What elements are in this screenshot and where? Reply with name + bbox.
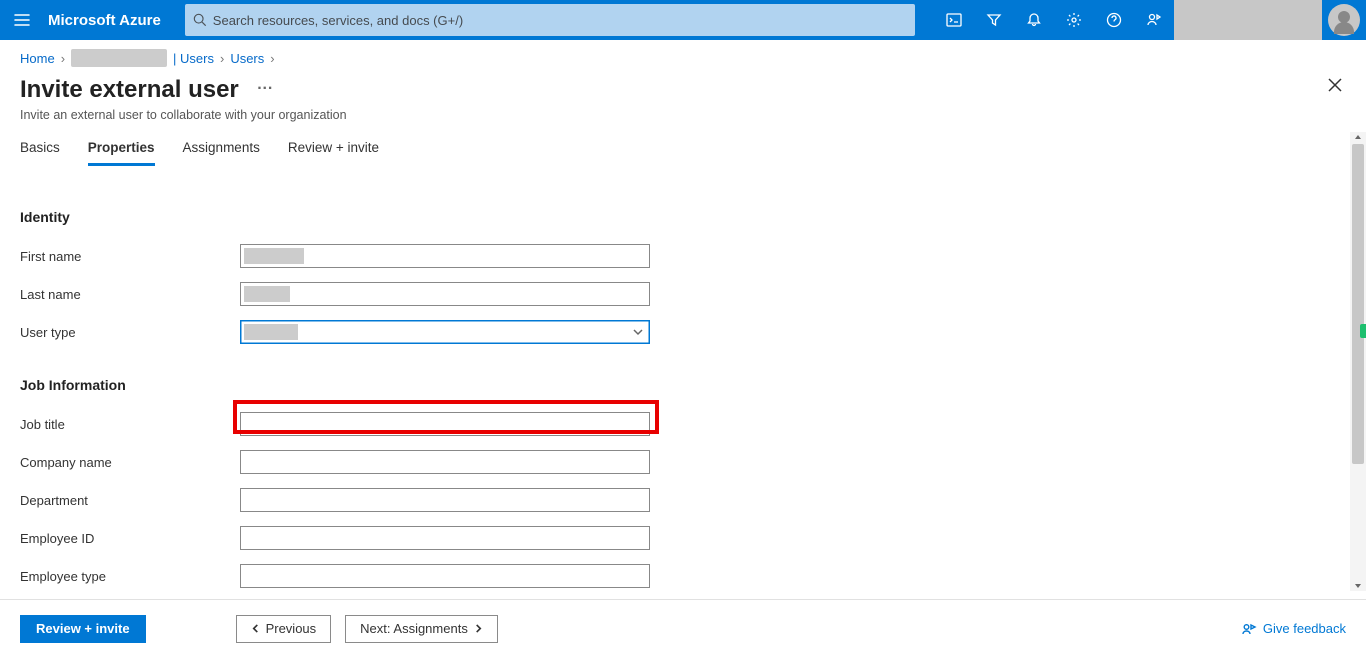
chevron-right-icon: › [270, 51, 274, 66]
next-button[interactable]: Next: Assignments [345, 615, 498, 643]
crumb-users[interactable]: Users [230, 51, 264, 66]
gear-icon[interactable] [1054, 0, 1094, 40]
previous-button[interactable]: Previous [236, 615, 332, 643]
masked-value [244, 324, 298, 340]
give-feedback-link[interactable]: Give feedback [1241, 621, 1346, 637]
masked-value [244, 286, 290, 302]
feedback-person-icon[interactable] [1134, 0, 1174, 40]
bell-icon[interactable] [1014, 0, 1054, 40]
scroll-thumb[interactable] [1352, 144, 1364, 464]
label-job-title: Job title [20, 417, 240, 432]
job-title-field[interactable] [240, 412, 650, 436]
avatar[interactable] [1328, 4, 1360, 36]
employee-id-field[interactable] [240, 526, 650, 550]
page-title: Invite external user [20, 76, 239, 104]
label-company-name: Company name [20, 455, 240, 470]
chevron-right-icon: › [220, 51, 224, 66]
chevron-left-icon [251, 624, 260, 633]
tab-properties[interactable]: Properties [88, 140, 155, 166]
breadcrumb: Home › | Users › Users › [0, 40, 1366, 76]
side-indicator [1360, 324, 1366, 338]
help-icon[interactable] [1094, 0, 1134, 40]
scroll-up-icon[interactable] [1350, 132, 1366, 144]
label-user-type: User type [20, 325, 240, 340]
masked-value [244, 248, 304, 264]
more-menu-icon[interactable]: ··· [257, 80, 273, 97]
label-employee-id: Employee ID [20, 531, 240, 546]
menu-toggle-icon[interactable] [0, 12, 44, 28]
crumb-home[interactable]: Home [20, 51, 55, 66]
label-department: Department [20, 493, 240, 508]
last-name-field[interactable] [240, 282, 650, 306]
label-last-name: Last name [20, 287, 240, 302]
department-field[interactable] [240, 488, 650, 512]
cloud-shell-icon[interactable] [934, 0, 974, 40]
crumb-tenant-masked [71, 49, 167, 67]
company-name-field[interactable] [240, 450, 650, 474]
filter-icon[interactable] [974, 0, 1014, 40]
next-label: Next: Assignments [360, 621, 468, 636]
account-info-masked [1174, 0, 1322, 40]
tab-bar: Basics Properties Assignments Review + i… [0, 122, 1366, 166]
scroll-down-icon[interactable] [1350, 579, 1366, 591]
review-invite-button[interactable]: Review + invite [20, 615, 146, 643]
form-body: Identity First name Last name User type … [0, 190, 1350, 591]
search-input[interactable] [213, 13, 907, 28]
close-icon[interactable] [1328, 78, 1342, 97]
search-icon [193, 13, 207, 27]
azure-topbar: Microsoft Azure [0, 0, 1366, 40]
tab-review[interactable]: Review + invite [288, 140, 379, 166]
footer-bar: Review + invite Previous Next: Assignmen… [0, 599, 1366, 657]
previous-label: Previous [266, 621, 317, 636]
tab-assignments[interactable]: Assignments [183, 140, 260, 166]
label-first-name: First name [20, 249, 240, 264]
feedback-label: Give feedback [1263, 621, 1346, 636]
tab-basics[interactable]: Basics [20, 140, 60, 166]
section-identity: Identity [20, 209, 1330, 225]
crumb-users-blade[interactable]: | Users [173, 51, 214, 66]
global-search[interactable] [185, 4, 915, 36]
label-employee-type: Employee type [20, 569, 240, 584]
chevron-right-icon [474, 624, 483, 633]
feedback-icon [1241, 621, 1257, 637]
chevron-right-icon: › [61, 51, 65, 66]
employee-type-field[interactable] [240, 564, 650, 588]
page-subtitle: Invite an external user to collaborate w… [20, 108, 1346, 122]
user-type-select[interactable] [240, 320, 650, 344]
chevron-down-icon [633, 327, 643, 337]
brand-label: Microsoft Azure [44, 12, 177, 29]
first-name-field[interactable] [240, 244, 650, 268]
section-job: Job Information [20, 377, 1330, 393]
scrollbar[interactable] [1350, 132, 1366, 591]
